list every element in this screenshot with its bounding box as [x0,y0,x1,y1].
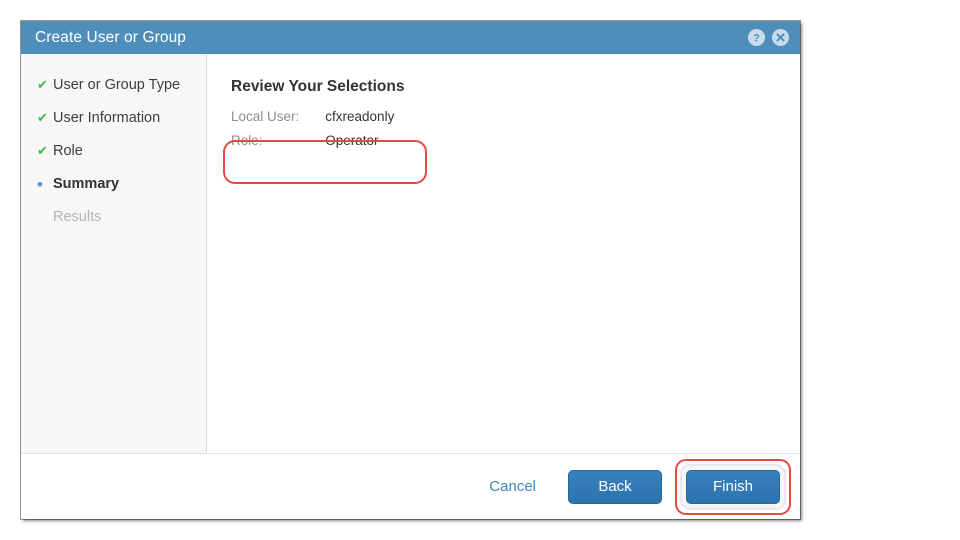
sidebar-step-label: Summary [53,176,120,192]
dialog-title-bar: Create User or Group ? [21,21,800,54]
sidebar-step-label: Results [53,209,102,225]
create-user-or-group-dialog: Create User or Group ? ✔ User or Group T… [21,21,800,519]
svg-text:?: ? [753,32,760,44]
table-row: Local User: cfxreadonly [231,107,394,131]
sidebar-step-label: User Information [53,110,161,126]
sidebar-step-summary[interactable]: • Summary [21,175,206,208]
close-icon[interactable] [772,29,789,46]
help-icon[interactable]: ? [748,29,765,46]
summary-table: Local User: cfxreadonly Role: Operator [231,107,394,155]
dialog-footer: Cancel Back Finish [21,453,800,519]
sidebar-step-label: User or Group Type [53,77,181,93]
page-title: Review Your Selections [231,78,405,95]
summary-value-role: Operator [325,133,379,148]
sidebar-step-label: Role [53,143,83,159]
summary-block: Local User: cfxreadonly Role: Operator [223,107,427,184]
check-icon: ✔ [37,110,48,125]
summary-label-local-user: Local User: [231,109,300,124]
wizard-step-sidebar: ✔ User or Group Type ✔ User Information … [21,54,207,453]
check-icon: ✔ [37,77,48,92]
dialog-title: Create User or Group [35,28,187,46]
cancel-button[interactable]: Cancel [481,474,544,499]
sidebar-step-user-information[interactable]: ✔ User Information [21,109,206,142]
check-icon: ✔ [37,143,48,158]
content-pane: Review Your Selections Local User: cfxre… [207,54,800,453]
summary-label-role: Role: [231,133,263,148]
finish-button-container: Finish [675,458,791,515]
finish-button[interactable]: Finish [686,469,780,504]
dialog-body: ✔ User or Group Type ✔ User Information … [21,54,800,453]
sidebar-step-results: Results [21,208,206,241]
current-step-dot-icon: • [37,174,43,194]
sidebar-step-user-or-group-type[interactable]: ✔ User or Group Type [21,76,206,109]
table-row: Role: Operator [231,131,394,155]
summary-value-local-user: cfxreadonly [325,109,395,124]
back-button[interactable]: Back [568,469,662,504]
titlebar-icon-group: ? [748,29,789,46]
step-marker-placeholder [37,208,53,226]
sidebar-step-role[interactable]: ✔ Role [21,142,206,175]
